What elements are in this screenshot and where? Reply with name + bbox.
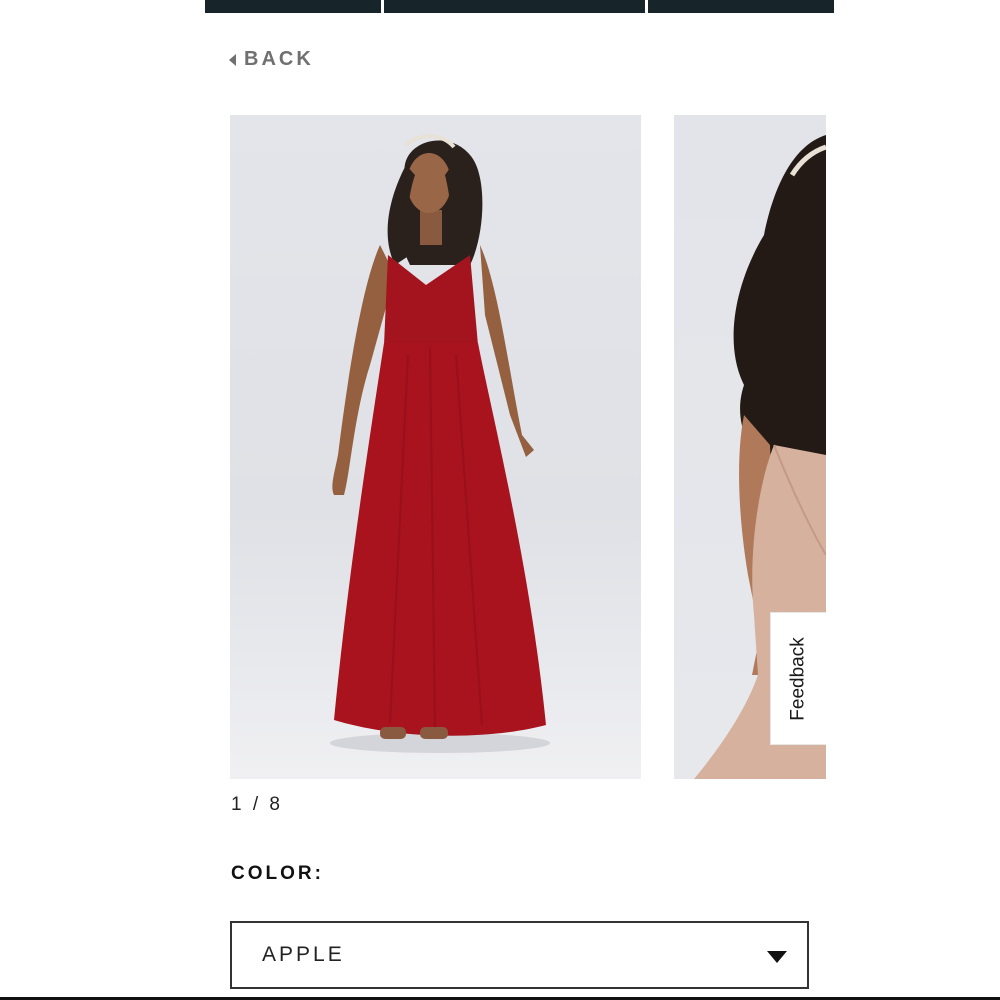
back-link[interactable]: BACK — [229, 48, 314, 71]
dropdown-arrow-icon — [767, 951, 787, 963]
color-select-value: APPLE — [262, 943, 345, 966]
color-select[interactable]: APPLE — [230, 921, 809, 989]
gallery-slide-1[interactable] — [230, 115, 641, 779]
gallery-counter: 1 / 8 — [231, 794, 283, 815]
color-label: COLOR: — [231, 863, 324, 884]
feedback-tab[interactable]: Feedback — [770, 612, 826, 745]
back-label: BACK — [244, 48, 314, 70]
top-nav-segment-2[interactable] — [384, 0, 645, 13]
top-nav-segment-3[interactable] — [648, 0, 834, 13]
caret-left-icon — [229, 53, 236, 66]
top-nav-segment-1[interactable] — [205, 0, 381, 13]
product-image-gallery[interactable] — [230, 115, 826, 779]
model-red-dress-photo — [330, 134, 550, 753]
feedback-label: Feedback — [787, 636, 809, 721]
